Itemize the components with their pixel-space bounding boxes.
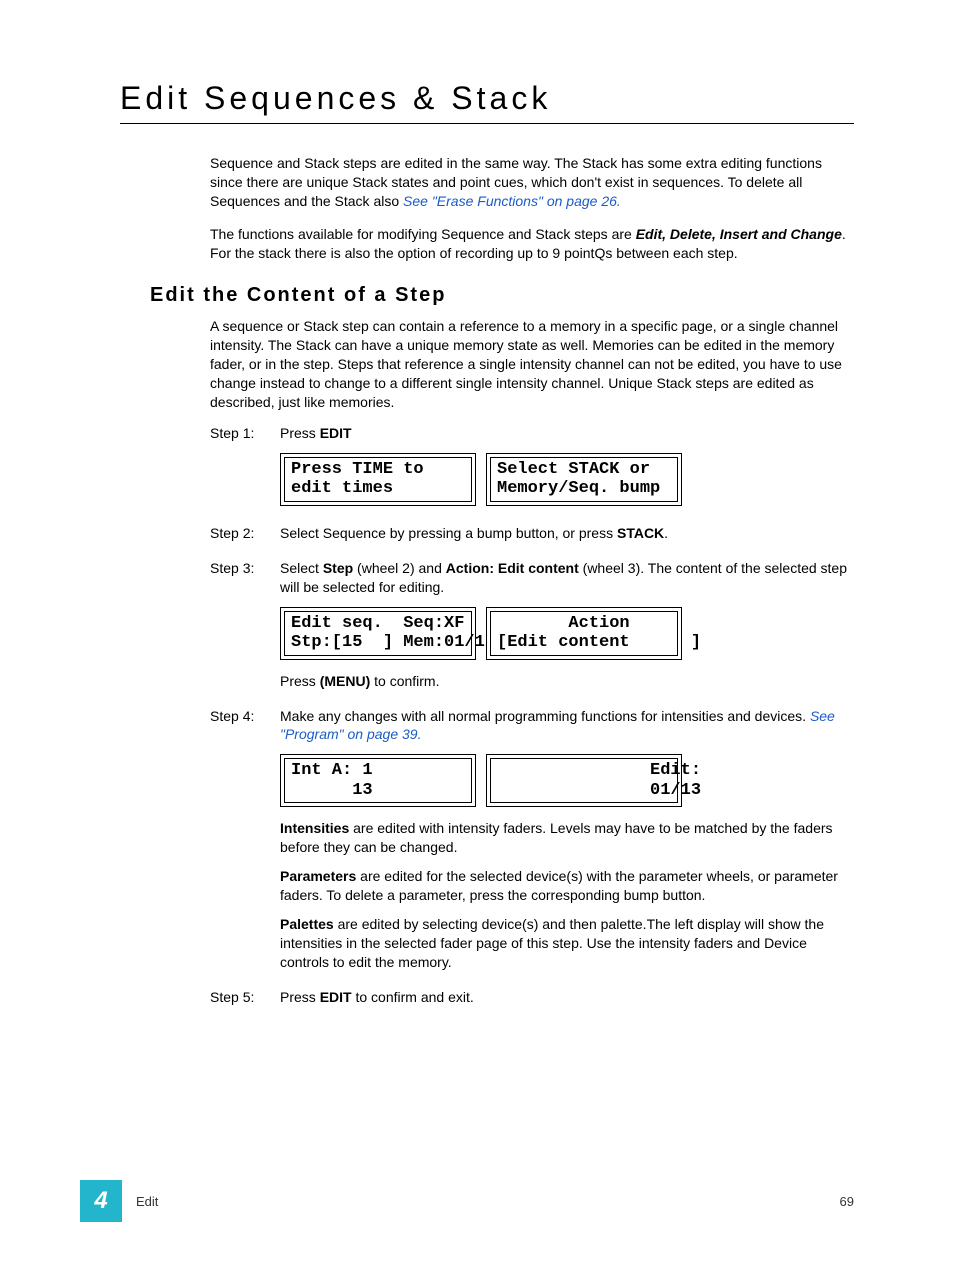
lcd2-right-text: Action [Edit content ] (490, 611, 678, 656)
lcd3-left-text: Int A: 1 13 (284, 758, 472, 803)
intro-paragraph-2: The functions available for modifying Se… (210, 225, 854, 263)
step1-a: Press (280, 425, 320, 441)
lcd-display-left-3: Int A: 1 13 (280, 754, 476, 807)
step5-c: to confirm and exit. (352, 989, 474, 1005)
step4-label: Step 4: (210, 707, 280, 726)
chapter-number-badge: 4 (80, 1180, 122, 1222)
step3-label: Step 3: (210, 559, 280, 578)
footer-section-label: Edit (136, 1194, 158, 1209)
step4-palettes: Palettes are edited by selecting device(… (280, 915, 854, 972)
step5-label: Step 5: (210, 988, 280, 1007)
step1-text: Press EDIT (280, 424, 854, 443)
step4-pal-a: Palettes (280, 916, 334, 932)
step5-b: EDIT (320, 989, 352, 1005)
step3-confirm: Press (MENU) to confirm. (280, 672, 854, 691)
lcd3-right-text: Edit: 01/13 (490, 758, 678, 803)
step2-b: STACK (617, 525, 664, 541)
step4-par-a: Parameters (280, 868, 356, 884)
step1-b: EDIT (320, 425, 352, 441)
section-intro: A sequence or Stack step can contain a r… (210, 317, 854, 411)
lcd-display-right-1: Select STACK or Memory/Seq. bump (486, 453, 682, 506)
intro-p2-bold: Edit, Delete, Insert and Change (636, 226, 842, 242)
step4-a: Make any changes with all normal program… (280, 708, 810, 724)
step3-h: to confirm. (370, 673, 439, 689)
page-number: 69 (840, 1194, 854, 1209)
lcd-display-right-3: Edit: 01/13 (486, 754, 682, 807)
lcd-display-left-1: Press TIME to edit times (280, 453, 476, 506)
lcd2-left-text: Edit seq. Seq:XF Stp:[15 ] Mem:01/12 (284, 611, 472, 656)
step5-a: Press (280, 989, 320, 1005)
lcd-display-right-2: Action [Edit content ] (486, 607, 682, 660)
step4-pal-b: are edited by selecting device(s) and th… (280, 916, 824, 970)
step2-c: . (664, 525, 668, 541)
lcd1-right-text: Select STACK or Memory/Seq. bump (490, 457, 678, 502)
step3-text: Select Step (wheel 2) and Action: Edit c… (280, 559, 854, 597)
step3-d: Action: Edit content (446, 560, 579, 576)
chapter-title: Edit Sequences & Stack (120, 80, 854, 117)
step4-text: Make any changes with all normal program… (280, 707, 854, 745)
step2-a: Select Sequence by pressing a bump butto… (280, 525, 617, 541)
intro-paragraph-1: Sequence and Stack steps are edited in t… (210, 154, 854, 211)
step3-f: Press (280, 673, 320, 689)
step3-c: (wheel 2) and (353, 560, 446, 576)
intro-p2-a: The functions available for modifying Se… (210, 226, 636, 242)
section-title: Edit the Content of a Step (150, 284, 854, 307)
step2-label: Step 2: (210, 524, 280, 543)
step4-parameters: Parameters are edited for the selected d… (280, 867, 854, 905)
step4-int-b: are edited with intensity faders. Levels… (280, 820, 833, 855)
link-erase-functions[interactable]: See "Erase Functions" on page 26. (403, 193, 621, 209)
lcd-display-left-2: Edit seq. Seq:XF Stp:[15 ] Mem:01/12 (280, 607, 476, 660)
step4-intensities: Intensities are edited with intensity fa… (280, 819, 854, 857)
step4-par-b: are edited for the selected device(s) wi… (280, 868, 838, 903)
step3-b: Step (323, 560, 353, 576)
step3-g: (MENU) (320, 673, 371, 689)
step1-label: Step 1: (210, 424, 280, 443)
title-rule (120, 123, 854, 124)
step2-text: Select Sequence by pressing a bump butto… (280, 524, 854, 543)
step5-text: Press EDIT to confirm and exit. (280, 988, 854, 1007)
step4-int-a: Intensities (280, 820, 349, 836)
step3-a: Select (280, 560, 323, 576)
lcd1-left-text: Press TIME to edit times (284, 457, 472, 502)
